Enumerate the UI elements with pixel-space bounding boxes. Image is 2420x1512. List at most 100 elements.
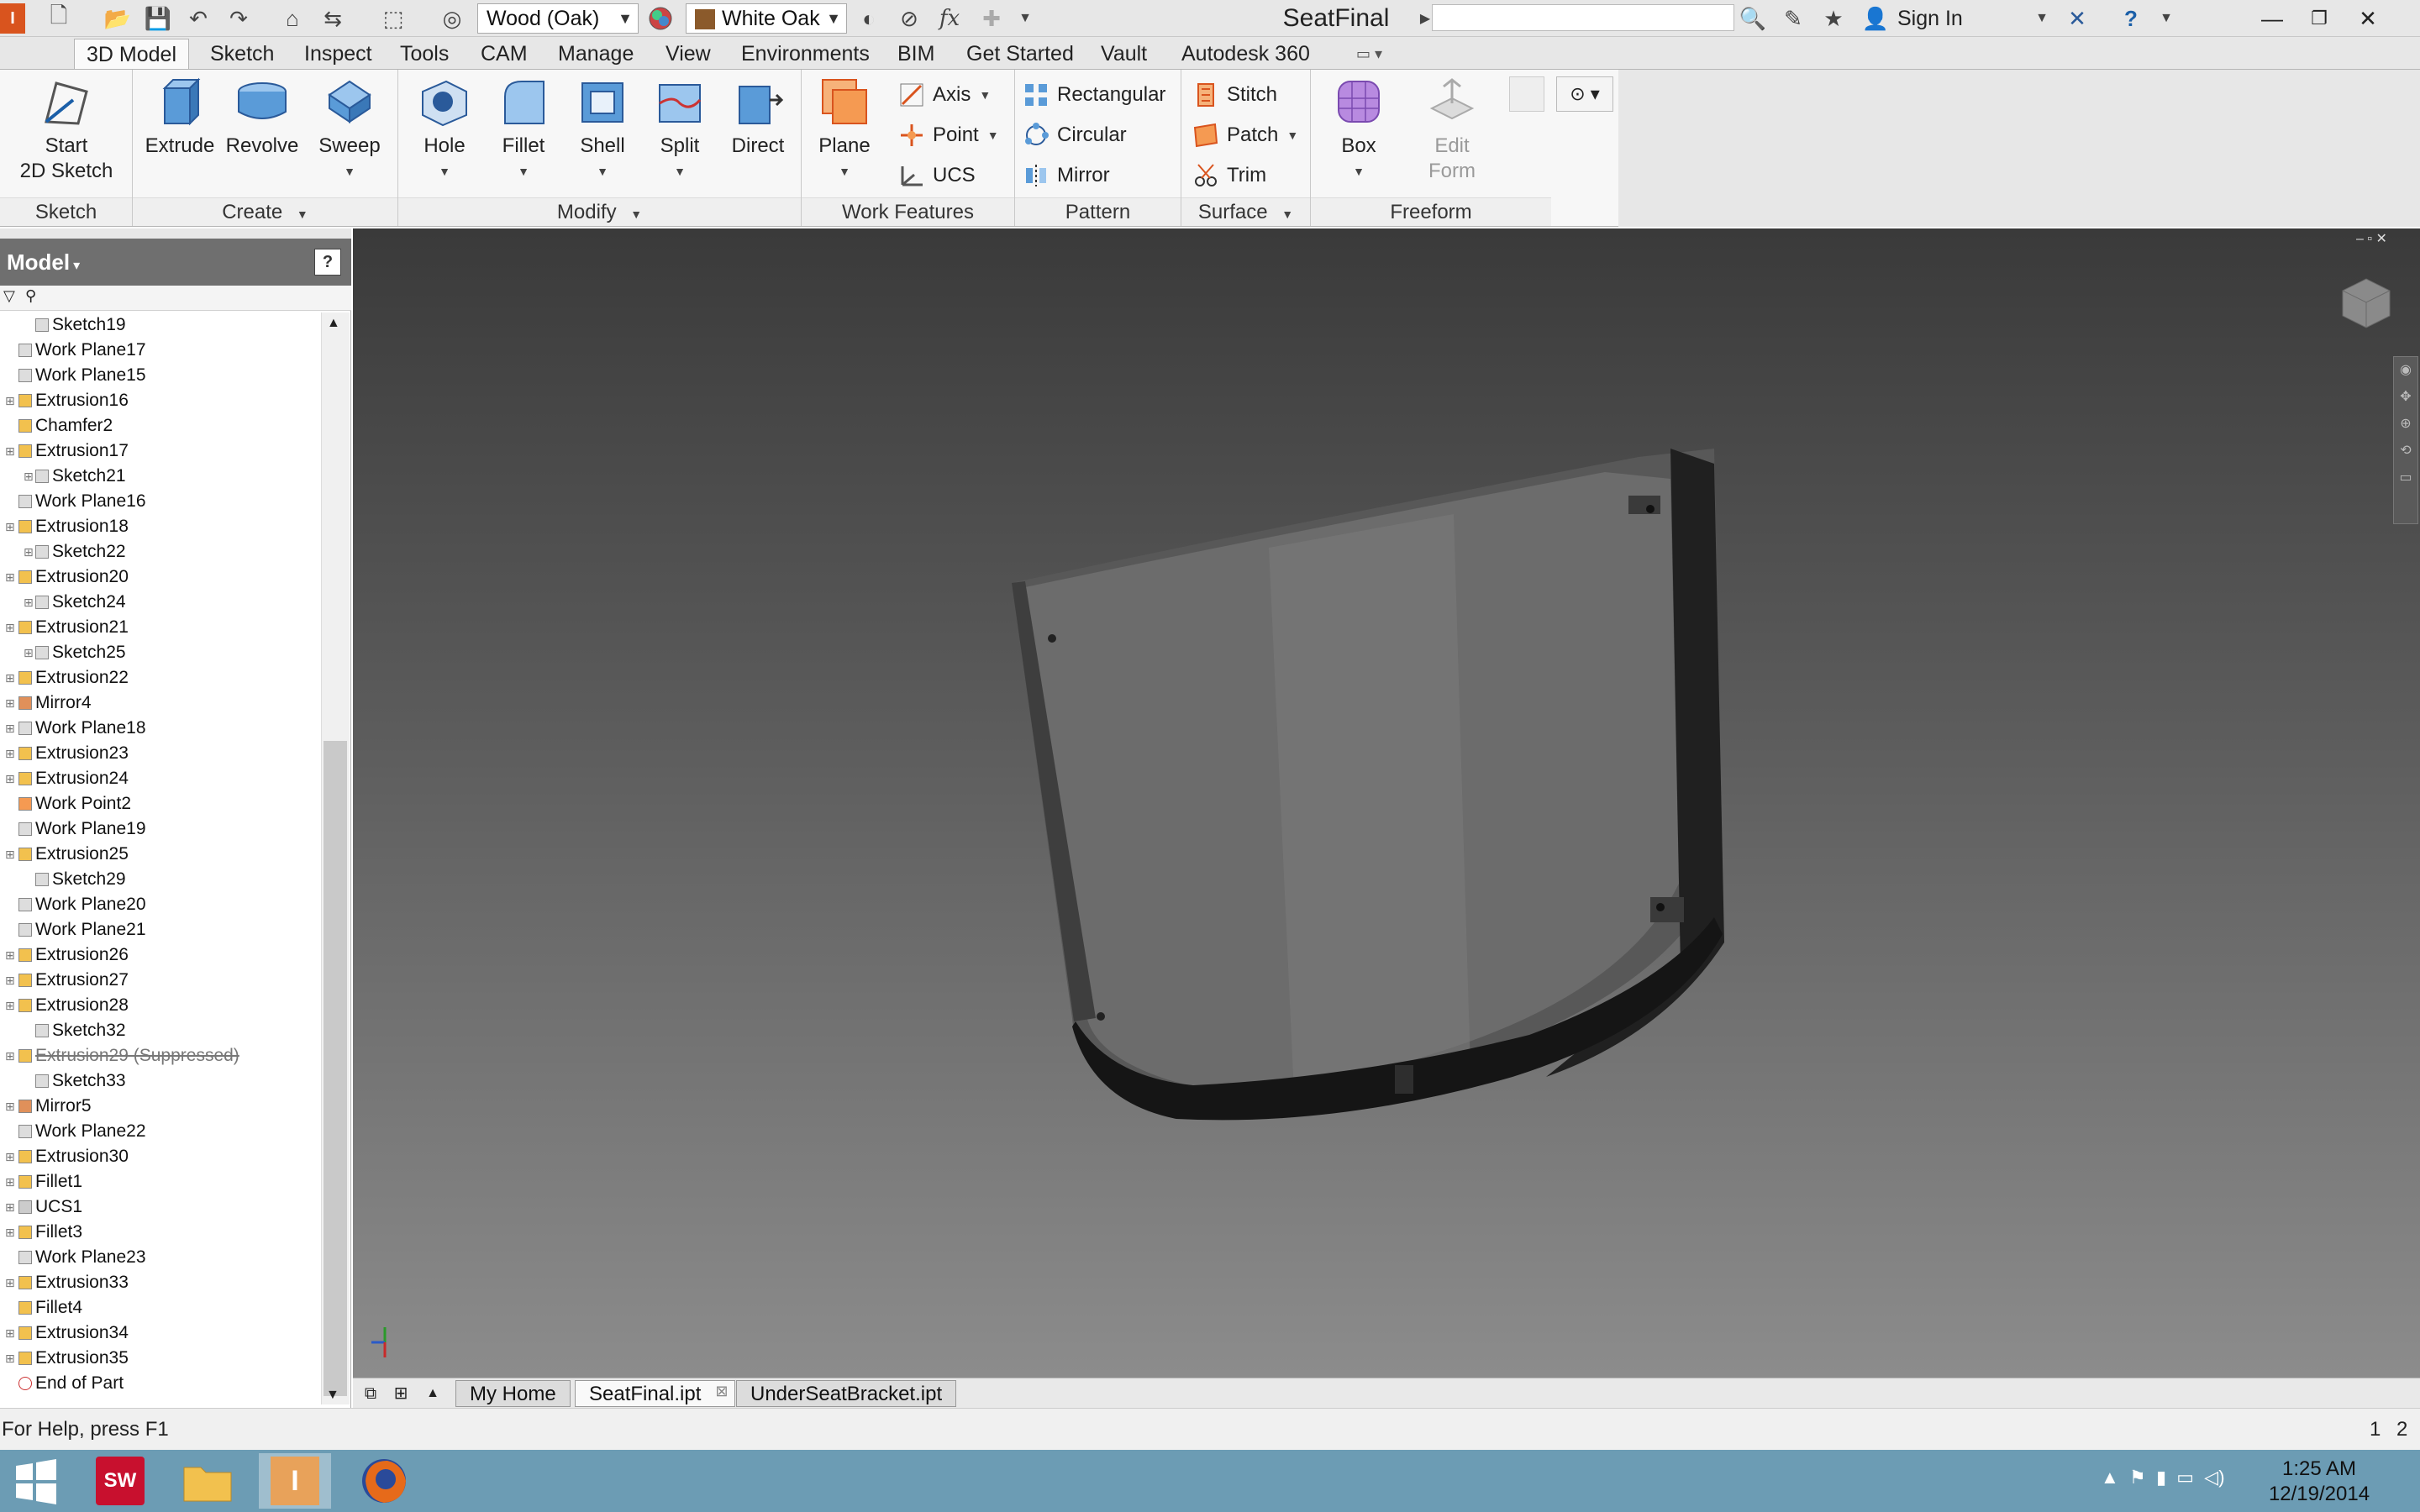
tree-item[interactable]: ⊞ Extrusion29 (Suppressed) bbox=[5, 1043, 239, 1068]
tree-item[interactable]: Sketch19 bbox=[35, 312, 126, 338]
expand-icon[interactable]: ⊞ bbox=[5, 1000, 15, 1011]
redo-icon[interactable]: ↷ bbox=[222, 3, 255, 34]
expand-icon[interactable]: ⊞ bbox=[24, 647, 34, 659]
firefox-app[interactable] bbox=[348, 1453, 420, 1509]
expand-icon[interactable]: ⊞ bbox=[24, 546, 34, 558]
tab-view[interactable]: View bbox=[666, 37, 711, 69]
expand-icon[interactable]: ⊞ bbox=[5, 622, 15, 633]
tree-item[interactable]: ⊞ Sketch22 bbox=[24, 539, 126, 564]
circular-pattern-button[interactable]: Circular bbox=[1023, 118, 1127, 152]
filter-icon[interactable]: ▽ bbox=[3, 287, 15, 305]
cascade-icon[interactable]: ⧉ bbox=[356, 1382, 385, 1405]
point-button[interactable]: Point ▼ bbox=[899, 118, 999, 152]
tree-item[interactable]: ⊞ Extrusion18 bbox=[5, 514, 129, 539]
expand-icon[interactable]: ⊞ bbox=[5, 1327, 15, 1339]
ribbon-options-icon[interactable]: ▭ ▾ bbox=[1356, 37, 1382, 69]
tree-item[interactable]: ⊞ Extrusion21 bbox=[5, 615, 129, 640]
expand-icon[interactable]: ⊞ bbox=[5, 722, 15, 734]
appearance-select[interactable]: White Oak ▼ bbox=[686, 3, 847, 34]
box-button[interactable]: Box ▼ bbox=[1323, 75, 1395, 184]
fillet-button[interactable]: Fillet ▼ bbox=[486, 75, 561, 184]
browser-title[interactable]: Model bbox=[7, 249, 70, 275]
doc-tab-seatfinal[interactable]: SeatFinal.ipt ⊠ bbox=[575, 1380, 736, 1407]
new-icon[interactable]: 🗋 bbox=[42, 3, 76, 34]
modify-group-title[interactable]: Modify ▼ bbox=[398, 197, 801, 226]
tree-item[interactable]: ⊞ Extrusion30 bbox=[5, 1144, 129, 1169]
axis-button[interactable]: Axis ▼ bbox=[899, 78, 991, 112]
tree-item[interactable]: ⊞ Fillet3 bbox=[5, 1220, 82, 1245]
direct-button[interactable]: Direct bbox=[719, 75, 797, 159]
update-icon[interactable]: ⇆ bbox=[316, 3, 350, 34]
extrude-button[interactable]: Extrude bbox=[139, 75, 220, 159]
mirror-button[interactable]: Mirror bbox=[1023, 159, 1110, 192]
chevron-down-icon[interactable]: ▼ bbox=[2149, 3, 2183, 34]
expand-icon[interactable]: ⊞ bbox=[5, 672, 15, 684]
customize-icon[interactable]: ▼ bbox=[1008, 3, 1042, 34]
tab-manage[interactable]: Manage bbox=[558, 37, 634, 69]
surface-group-title[interactable]: Surface ▼ bbox=[1181, 197, 1310, 226]
restore-button[interactable]: ❐ bbox=[2296, 0, 2343, 37]
help-search-input[interactable] bbox=[1432, 4, 1734, 31]
tree-item[interactable]: ⊞ Sketch25 bbox=[24, 640, 126, 665]
expand-icon[interactable]: ⊞ bbox=[5, 1201, 15, 1213]
communication-icon[interactable]: ✎ bbox=[1776, 3, 1810, 34]
tab-vault[interactable]: Vault bbox=[1101, 37, 1147, 69]
tree-item[interactable]: ⊞ Sketch21 bbox=[24, 464, 126, 489]
tree-item[interactable]: ⊞ Sketch24 bbox=[24, 590, 126, 615]
tree-item[interactable]: ⊞ Fillet1 bbox=[5, 1169, 82, 1194]
tree-item[interactable]: Work Plane17 bbox=[18, 338, 146, 363]
expand-icon[interactable]: ⊞ bbox=[5, 1352, 15, 1364]
tree-item[interactable]: ⊞ Extrusion25 bbox=[5, 842, 129, 867]
close-button[interactable]: ✕ bbox=[2344, 0, 2391, 37]
tree-item[interactable]: ⊞ Extrusion22 bbox=[5, 665, 129, 690]
tree-item[interactable]: ⊞ Extrusion20 bbox=[5, 564, 129, 590]
expand-icon[interactable]: ⊞ bbox=[5, 1050, 15, 1062]
tree-item[interactable]: ⊞ Extrusion23 bbox=[5, 741, 129, 766]
tree-item[interactable]: ⊞ Work Plane18 bbox=[5, 716, 146, 741]
adjust-icon[interactable]: ◐ bbox=[852, 3, 886, 34]
tree-item[interactable]: ⊞ Extrusion35 bbox=[5, 1346, 129, 1371]
save-icon[interactable]: 💾 bbox=[141, 3, 175, 34]
tab-inspect[interactable]: Inspect bbox=[304, 37, 372, 69]
tree-item[interactable]: Work Plane19 bbox=[18, 816, 146, 842]
tab-bim[interactable]: BIM bbox=[897, 37, 934, 69]
file-explorer-app[interactable] bbox=[171, 1453, 244, 1509]
tree-item[interactable]: Work Plane23 bbox=[18, 1245, 146, 1270]
scrollbar-thumb[interactable] bbox=[324, 741, 347, 1396]
trim-button[interactable]: Trim bbox=[1193, 159, 1266, 192]
viewport-window-controls[interactable]: – ▫ ✕ bbox=[2356, 230, 2387, 247]
exchange-icon[interactable]: ✕ bbox=[2060, 3, 2094, 34]
tree-item[interactable]: ⊞ UCS1 bbox=[5, 1194, 82, 1220]
expand-icon[interactable]: ⊞ bbox=[5, 1151, 15, 1163]
tab-get-started[interactable]: Get Started bbox=[966, 37, 1074, 69]
sign-in-button[interactable]: Sign In bbox=[1897, 3, 1963, 34]
expand-icon[interactable]: ⊞ bbox=[5, 445, 15, 457]
minimize-button[interactable]: — bbox=[2249, 0, 2296, 37]
tab-tools[interactable]: Tools bbox=[400, 37, 449, 69]
graphics-viewport[interactable]: – ▫ ✕ ◉ ✥ ⊕ ⟲ ▭ bbox=[353, 228, 2420, 1378]
tab-sketch[interactable]: Sketch bbox=[210, 37, 274, 69]
tree-item[interactable]: ⊞ Extrusion26 bbox=[5, 942, 129, 968]
scroll-up-icon[interactable]: ▲ bbox=[327, 316, 340, 331]
tree-item[interactable]: ⊞ Mirror4 bbox=[5, 690, 92, 716]
expand-icon[interactable]: ⊞ bbox=[5, 571, 15, 583]
patch-button[interactable]: Patch ▼ bbox=[1193, 118, 1298, 152]
home-icon[interactable]: ⌂ bbox=[276, 3, 309, 34]
tree-item[interactable]: Work Point2 bbox=[18, 791, 131, 816]
tree-item[interactable]: Work Plane15 bbox=[18, 363, 146, 388]
edit-form-button[interactable]: Edit Form bbox=[1410, 75, 1494, 184]
stitch-button[interactable]: Stitch bbox=[1193, 78, 1277, 112]
create-group-title[interactable]: Create ▼ bbox=[133, 197, 397, 226]
navigation-bar[interactable]: ◉ ✥ ⊕ ⟲ ▭ bbox=[2393, 356, 2418, 524]
expand-icon[interactable]: ⊞ bbox=[5, 1100, 15, 1112]
nav-tools-icon[interactable]: ◉ ✥ ⊕ ⟲ ▭ bbox=[2394, 357, 2417, 491]
fx-icon[interactable]: fx bbox=[933, 3, 966, 34]
tree-item[interactable]: Work Plane20 bbox=[18, 892, 146, 917]
expand-icon[interactable]: ⊞ bbox=[5, 748, 15, 759]
seat-model[interactable] bbox=[353, 228, 2420, 1378]
material-select[interactable]: Wood (Oak) ▼ bbox=[477, 3, 639, 34]
help-icon[interactable]: ? bbox=[2114, 3, 2148, 34]
tree-item[interactable]: Work Plane22 bbox=[18, 1119, 146, 1144]
tile-icon[interactable]: ⊞ bbox=[387, 1382, 415, 1405]
rectangular-pattern-button[interactable]: Rectangular bbox=[1023, 78, 1165, 112]
